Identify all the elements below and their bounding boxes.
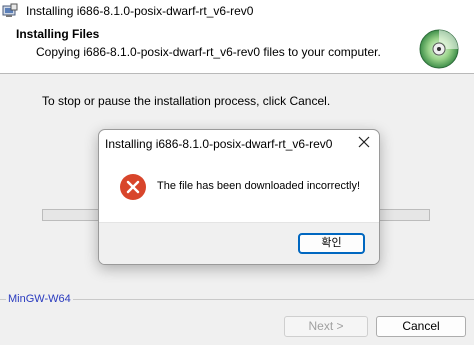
cancel-button[interactable]: Cancel bbox=[376, 316, 466, 337]
page-title: Installing Files bbox=[16, 27, 100, 41]
ok-button[interactable]: 확인 bbox=[298, 233, 365, 254]
installer-icon bbox=[2, 3, 18, 17]
wizard-header: Installing Files Copying i686-8.1.0-posi… bbox=[0, 22, 474, 74]
dialog-title: Installing i686-8.1.0-posix-dwarf-rt_v6-… bbox=[105, 137, 333, 151]
error-dialog: Installing i686-8.1.0-posix-dwarf-rt_v6-… bbox=[98, 129, 380, 265]
dialog-footer: 확인 bbox=[99, 222, 379, 264]
window-titlebar: Installing i686-8.1.0-posix-dwarf-rt_v6-… bbox=[0, 0, 474, 23]
instruction-text: To stop or pause the installation proces… bbox=[42, 94, 331, 108]
window-title: Installing i686-8.1.0-posix-dwarf-rt_v6-… bbox=[26, 4, 254, 18]
cd-disc-icon bbox=[419, 29, 459, 69]
page-subtitle: Copying i686-8.1.0-posix-dwarf-rt_v6-rev… bbox=[36, 45, 381, 59]
close-icon[interactable] bbox=[357, 135, 371, 149]
brand-label: MinGW-W64 bbox=[6, 293, 73, 305]
error-icon bbox=[120, 174, 146, 200]
next-button[interactable]: Next > bbox=[284, 316, 368, 337]
dialog-message: The file has been downloaded incorrectly… bbox=[157, 180, 361, 192]
